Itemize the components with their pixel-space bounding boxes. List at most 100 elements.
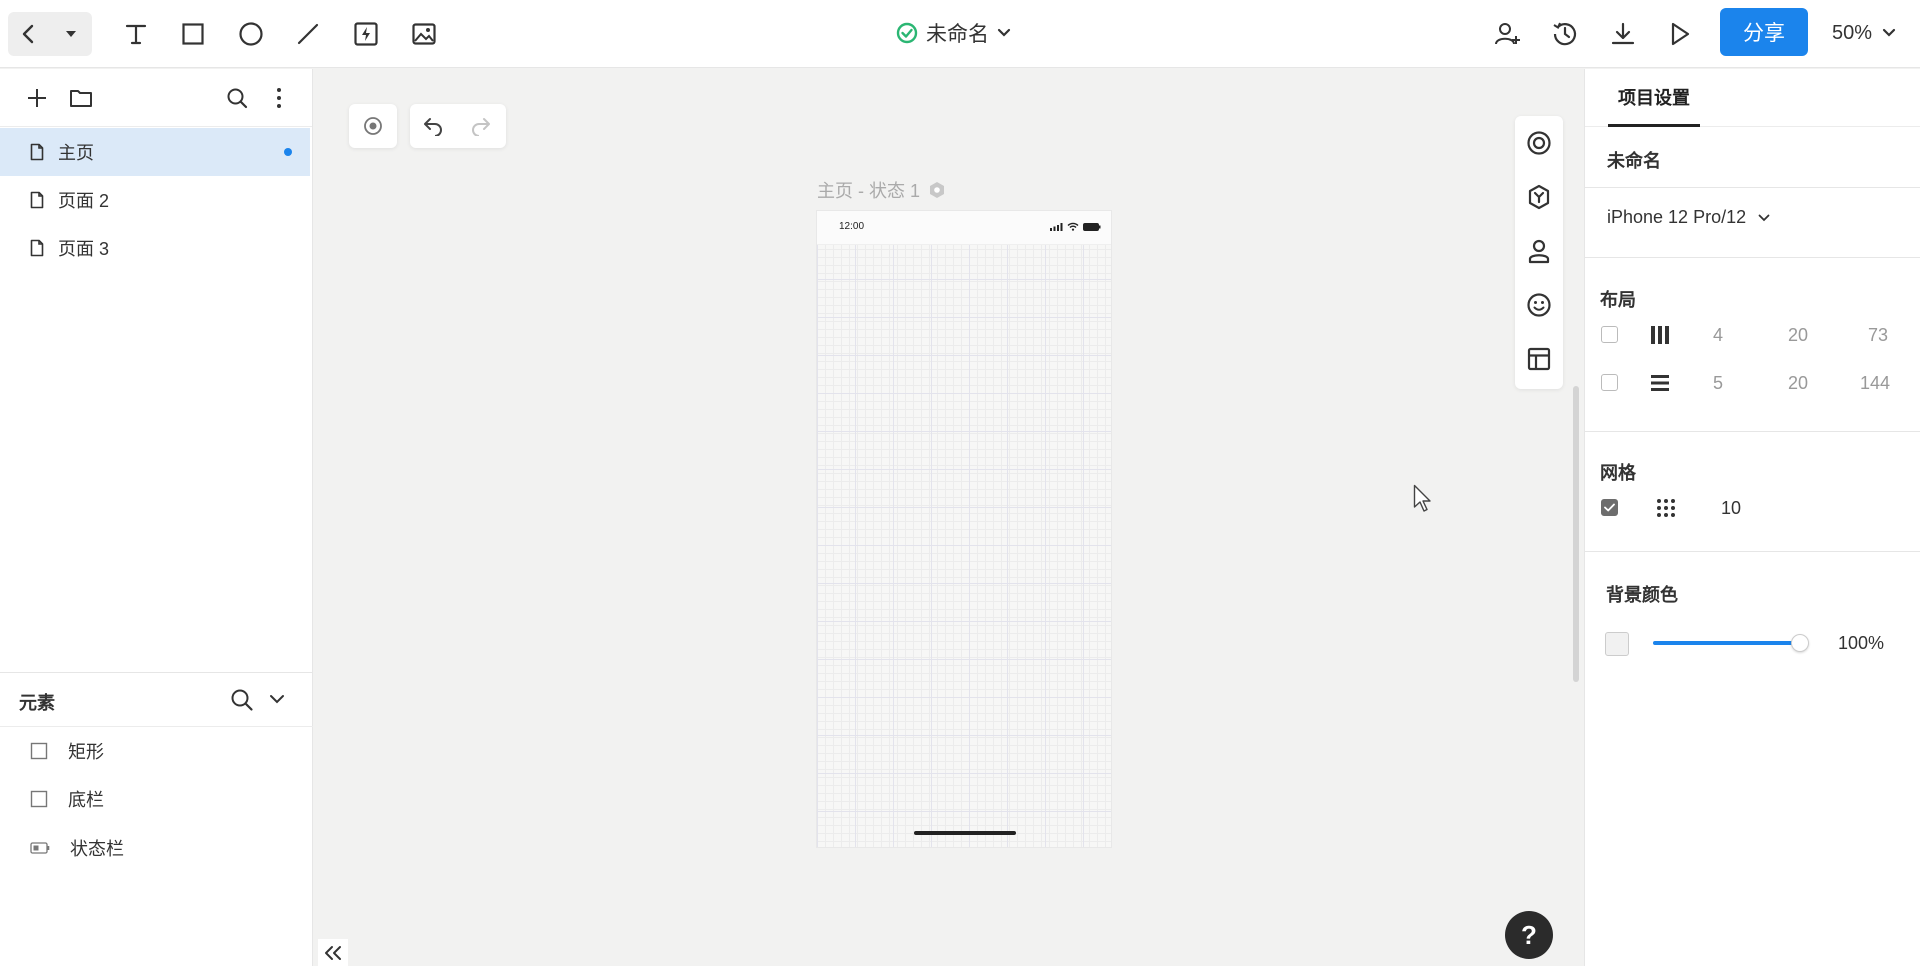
project-name: 未命名 [1607,151,1661,171]
zoom-dropdown[interactable]: 50% [1832,18,1896,48]
preview-play-button[interactable] [1658,12,1702,56]
layout-rows-checkbox[interactable] [1601,374,1618,391]
check-circle-icon [896,22,918,44]
add-folder-button[interactable] [66,83,96,113]
page-item-label: 页面 3 [58,239,110,259]
page-item-page-3[interactable]: 页面 3 [0,224,310,272]
canvas-scrollbar[interactable] [1573,386,1579,682]
page-file-icon [30,239,44,257]
ellipse-tool-button[interactable] [229,12,273,56]
divider [1585,187,1920,188]
play-icon [1668,21,1692,47]
smiley-icon [1526,292,1552,318]
line-icon [296,22,320,46]
settings-hexagon-icon[interactable] [928,181,946,199]
elements-title: 元素 [19,693,55,713]
divider [1585,551,1920,552]
add-page-button[interactable] [22,83,52,113]
folder-icon [69,87,93,109]
page-item-page-2[interactable]: 页面 2 [0,176,310,224]
double-chevron-left-icon [323,945,343,961]
home-indicator-bar [914,831,1016,835]
page-item-home[interactable]: 主页 [0,128,310,176]
grid-dots-icon [1656,498,1676,518]
frame-label[interactable]: 主页 - 状态 1 [817,177,946,203]
element-item-bottom-bar[interactable]: 底栏 [30,784,104,814]
template-tool-button[interactable] [1524,344,1554,374]
chevron-down-icon[interactable] [269,693,285,705]
phone-status-bar[interactable]: 12:00 [817,211,1111,245]
history-clock-icon [1551,20,1579,48]
layout-rows-count[interactable]: 5 [1713,373,1723,394]
back-button[interactable] [8,12,50,56]
chevron-left-icon [20,23,38,45]
history-button[interactable] [1543,12,1587,56]
project-settings-panel: 项目设置 未命名 iPhone 12 Pro/12 布局 4 20 73 5 2… [1584,69,1920,966]
plus-icon [26,87,48,109]
grid-checkbox[interactable] [1601,499,1618,516]
pages-more-button[interactable] [264,83,294,113]
pages-header [0,69,312,127]
target-tool-button[interactable] [1524,128,1554,158]
image-icon [411,21,437,47]
grid-title: 网格 [1600,463,1636,483]
page-item-label: 页面 2 [58,191,110,211]
back-button-group [8,12,92,56]
help-button[interactable]: ? [1505,911,1553,959]
background-color-swatch[interactable] [1605,632,1629,656]
search-elements-icon[interactable] [230,688,254,712]
page-item-label: 主页 [58,143,94,163]
layout-columns-count[interactable]: 4 [1713,325,1723,346]
device-dropdown[interactable]: iPhone 12 Pro/12 [1607,207,1770,228]
current-page-dot [284,148,292,156]
layout-template-icon [1526,346,1552,372]
element-item-rectangle[interactable]: 矩形 [30,736,104,766]
page-file-icon [30,191,44,209]
chevron-down-icon [1758,214,1770,222]
chevron-down-icon [1882,28,1896,38]
layout-columns-width[interactable]: 73 [1868,325,1888,346]
divider [1585,431,1920,432]
opacity-value[interactable]: 100% [1838,633,1884,654]
elements-panel: 元素 矩形 底栏 状态栏 [0,672,313,966]
invite-user-button[interactable] [1486,12,1530,56]
undo-icon[interactable] [422,116,444,136]
tab-project-settings[interactable]: 项目设置 [1608,69,1700,127]
grid-size-input[interactable]: 10 [1721,498,1741,519]
redo-icon[interactable] [470,116,492,136]
cube-icon [1527,184,1551,210]
layout-columns-checkbox[interactable] [1601,326,1618,343]
download-button[interactable] [1601,12,1645,56]
element-item-status-bar[interactable]: 状态栏 [30,833,124,863]
line-tool-button[interactable] [286,12,330,56]
back-menu-button[interactable] [50,12,92,56]
hotspot-tool-button[interactable] [344,12,388,56]
opacity-slider[interactable] [1653,641,1797,645]
chevron-down-icon [997,28,1011,38]
emoji-tool-button[interactable] [1524,290,1554,320]
share-button[interactable]: 分享 [1720,8,1808,56]
element-item-label: 状态栏 [70,839,124,859]
element-item-label: 底栏 [68,790,104,810]
phone-artboard[interactable]: 12:00 [817,211,1111,847]
battery-component-icon [30,841,50,855]
avatar-tool-button[interactable] [1524,236,1554,266]
user-plus-icon [1494,21,1522,47]
rectangle-tool-button[interactable] [171,12,215,56]
opacity-slider-handle[interactable] [1791,634,1809,652]
document-title[interactable]: 未命名 [896,18,1011,48]
target-icon[interactable] [363,116,383,136]
person-icon [1527,238,1551,264]
image-tool-button[interactable] [402,12,446,56]
layout-rows-height[interactable]: 144 [1860,373,1890,394]
search-pages-button[interactable] [222,83,252,113]
component-tool-button[interactable] [1524,182,1554,212]
text-tool-button[interactable] [114,12,158,56]
device-name: iPhone 12 Pro/12 [1607,207,1747,227]
layout-rows-gutter[interactable]: 20 [1788,373,1808,394]
frame-label-text: 主页 - 状态 1 [817,181,921,201]
page-file-icon [30,143,44,161]
collapse-sidebar-button[interactable] [318,939,348,966]
layout-columns-gutter[interactable]: 20 [1788,325,1808,346]
text-icon [124,22,148,46]
